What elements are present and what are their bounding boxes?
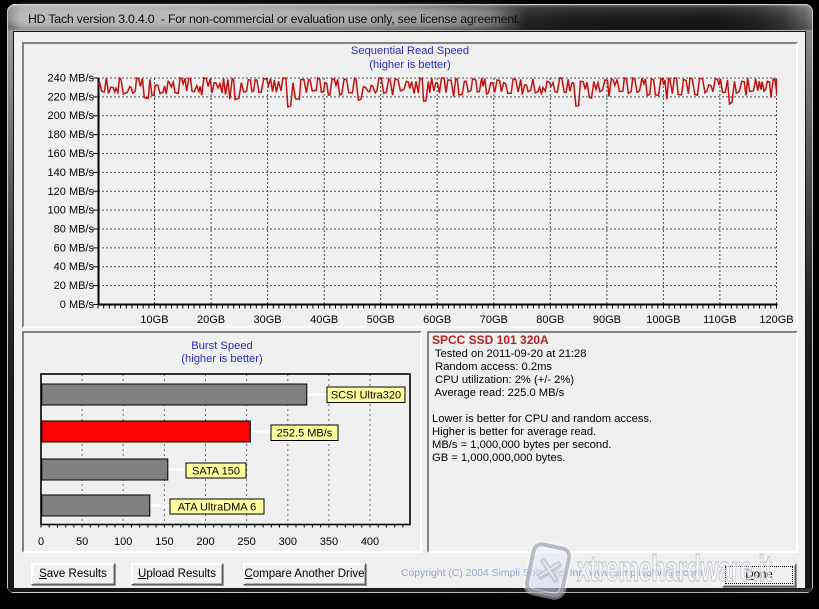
svg-text:120GB: 120GB	[759, 314, 793, 326]
svg-text:300: 300	[279, 536, 297, 548]
svg-text:60GB: 60GB	[423, 314, 451, 326]
svg-text:20 MB/s: 20 MB/s	[54, 280, 95, 292]
svg-text:SATA 150: SATA 150	[192, 466, 240, 478]
svg-text:250: 250	[237, 536, 255, 548]
svg-text:20GB: 20GB	[197, 314, 225, 326]
svg-text:80GB: 80GB	[536, 314, 564, 326]
svg-text:350: 350	[320, 536, 338, 548]
svg-text:180 MB/s: 180 MB/s	[48, 129, 95, 141]
svg-text:40GB: 40GB	[310, 314, 338, 326]
svg-text:ATA UltraDMA 6: ATA UltraDMA 6	[178, 502, 256, 514]
svg-text:100: 100	[114, 536, 132, 548]
svg-text:50GB: 50GB	[367, 314, 395, 326]
svg-text:400: 400	[361, 536, 379, 548]
svg-text:0: 0	[38, 536, 44, 548]
svg-text:50: 50	[76, 536, 88, 548]
svg-text:40 MB/s: 40 MB/s	[54, 261, 95, 273]
svg-text:110GB: 110GB	[703, 314, 736, 326]
svg-text:100 MB/s: 100 MB/s	[48, 205, 95, 217]
svg-text:252.5 MB/s: 252.5 MB/s	[277, 428, 333, 440]
svg-text:30GB: 30GB	[254, 314, 282, 326]
svg-text:150: 150	[155, 536, 173, 548]
svg-text:90GB: 90GB	[593, 314, 621, 326]
svg-text:220 MB/s: 220 MB/s	[48, 91, 95, 103]
svg-text:200 MB/s: 200 MB/s	[48, 110, 95, 122]
svg-text:0 MB/s: 0 MB/s	[60, 299, 95, 311]
svg-text:100GB: 100GB	[646, 314, 680, 326]
svg-text:SCSI Ultra320: SCSI Ultra320	[331, 390, 401, 402]
svg-text:80 MB/s: 80 MB/s	[54, 224, 95, 236]
svg-text:70GB: 70GB	[480, 314, 508, 326]
svg-text:60 MB/s: 60 MB/s	[54, 242, 95, 254]
svg-text:140 MB/s: 140 MB/s	[48, 167, 95, 179]
svg-text:160 MB/s: 160 MB/s	[48, 148, 95, 160]
svg-text:120 MB/s: 120 MB/s	[48, 186, 95, 198]
svg-text:10GB: 10GB	[140, 314, 168, 326]
svg-text:240 MB/s: 240 MB/s	[48, 73, 95, 85]
svg-text:200: 200	[196, 536, 214, 548]
